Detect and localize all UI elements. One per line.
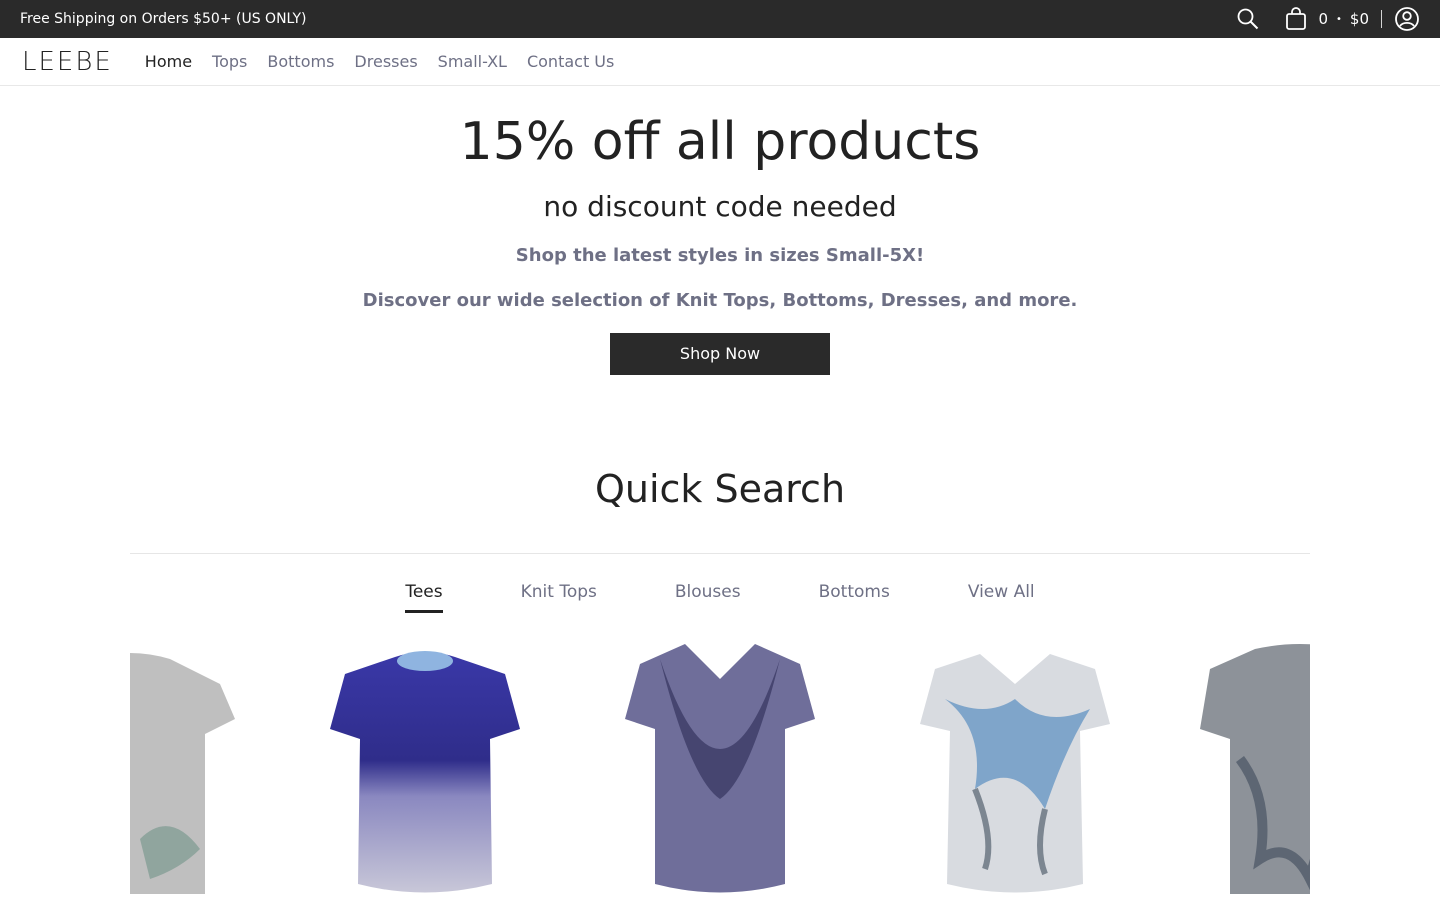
product-card[interactable]	[1200, 639, 1310, 899]
product-image	[920, 654, 1110, 893]
cart-summary[interactable]: 0 • $0	[1318, 10, 1369, 28]
site-logo[interactable]: LEEBE	[22, 47, 113, 77]
product-image	[130, 653, 235, 894]
cart-count: 0	[1318, 10, 1328, 28]
search-icon[interactable]	[1236, 7, 1260, 31]
header-actions: 0 • $0	[1236, 6, 1420, 32]
nav-bottoms[interactable]: Bottoms	[267, 52, 334, 71]
quick-search-title: Quick Search	[594, 467, 846, 511]
shipping-text: Free Shipping on Orders $50+ (US ONLY)	[20, 11, 307, 27]
quick-search-tabs: Tees Knit Tops Blouses Bottoms View All	[0, 582, 1440, 613]
product-card[interactable]	[320, 639, 530, 899]
tab-view-all[interactable]: View All	[968, 582, 1035, 613]
product-image	[625, 644, 815, 893]
hero-description: Discover our wide selection of Knit Tops…	[362, 290, 1078, 311]
product-card[interactable]	[915, 639, 1115, 899]
announcement-bar: Free Shipping on Orders $50+ (US ONLY) 0…	[0, 0, 1440, 38]
cart-icon[interactable]	[1284, 7, 1308, 31]
nav-contact-us[interactable]: Contact Us	[527, 52, 614, 71]
tab-bottoms[interactable]: Bottoms	[819, 582, 890, 613]
product-image	[330, 651, 520, 893]
hero-section: 15% off all products no discount code ne…	[0, 110, 1440, 375]
nav-links: Home Tops Bottoms Dresses Small-XL Conta…	[145, 52, 615, 71]
nav-home[interactable]: Home	[145, 52, 192, 71]
header-divider	[1381, 10, 1382, 28]
section-divider	[130, 553, 1310, 554]
product-image	[1200, 644, 1310, 894]
shop-now-button[interactable]: Shop Now	[610, 333, 830, 375]
tab-blouses[interactable]: Blouses	[675, 582, 741, 613]
account-icon[interactable]	[1394, 6, 1420, 32]
product-carousel	[130, 639, 1310, 899]
cart-separator-dot: •	[1336, 13, 1342, 25]
product-card[interactable]	[620, 639, 820, 899]
main-nav: LEEBE Home Tops Bottoms Dresses Small-XL…	[0, 38, 1440, 86]
hero-tagline: Shop the latest styles in sizes Small-5X…	[515, 245, 925, 266]
nav-tops[interactable]: Tops	[212, 52, 247, 71]
tab-knit-tops[interactable]: Knit Tops	[521, 582, 597, 613]
hero-title: 15% off all products	[459, 112, 981, 172]
nav-dresses[interactable]: Dresses	[354, 52, 417, 71]
product-card[interactable]	[130, 639, 240, 899]
nav-small-xl[interactable]: Small-XL	[438, 52, 507, 71]
hero-subtitle: no discount code needed	[543, 190, 897, 223]
tab-tees[interactable]: Tees	[405, 582, 443, 613]
cart-total: $0	[1349, 10, 1369, 28]
